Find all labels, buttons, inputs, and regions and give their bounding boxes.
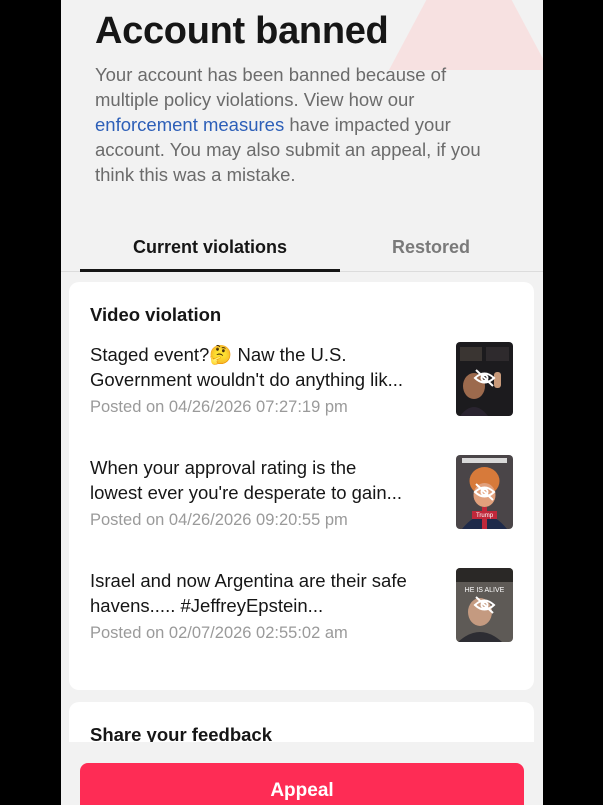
tab-restored[interactable]: Restored: [351, 226, 511, 270]
violation-date: Posted on 04/26/2026 07:27:19 pm: [90, 398, 348, 416]
violation-item[interactable]: Staged event?🤔 Naw the U.S. Government w…: [90, 342, 514, 432]
violation-item[interactable]: Israel and now Argentina are their safe …: [90, 568, 514, 658]
video-thumbnail[interactable]: [456, 342, 513, 416]
video-thumbnail[interactable]: HE IS ALIVE: [456, 568, 513, 642]
violation-tabs: Current violations Restored: [61, 226, 543, 272]
violation-caption: When your approval rating is the lowest …: [90, 457, 403, 503]
violation-date: Posted on 02/07/2026 02:55:02 am: [90, 624, 348, 642]
violation-caption: Staged event?🤔 Naw the U.S. Government w…: [90, 344, 404, 390]
svg-text:Trump: Trump: [476, 513, 494, 519]
page-title: Account banned: [95, 10, 389, 52]
section-title: Video violation: [90, 304, 222, 325]
violation-item[interactable]: When your approval rating is the lowest …: [90, 455, 514, 545]
violation-date: Posted on 04/26/2026 09:20:55 pm: [90, 511, 348, 529]
ban-description: Your account has been banned because of …: [95, 64, 481, 185]
tab-current-violations[interactable]: Current violations: [80, 226, 340, 272]
enforcement-measures-link[interactable]: enforcement measures: [95, 114, 284, 135]
violation-caption: Israel and now Argentina are their safe …: [90, 570, 407, 616]
appeal-button[interactable]: Appeal: [80, 763, 524, 805]
ban-screen: Account banned Your account has been ban…: [61, 0, 543, 805]
bottom-action-bar: Appeal: [61, 742, 543, 805]
video-thumbnail[interactable]: Trump: [456, 455, 513, 529]
svg-text:HE IS ALIVE: HE IS ALIVE: [465, 587, 505, 594]
violations-card: Video violation Staged event?🤔 Naw the U…: [69, 282, 534, 690]
